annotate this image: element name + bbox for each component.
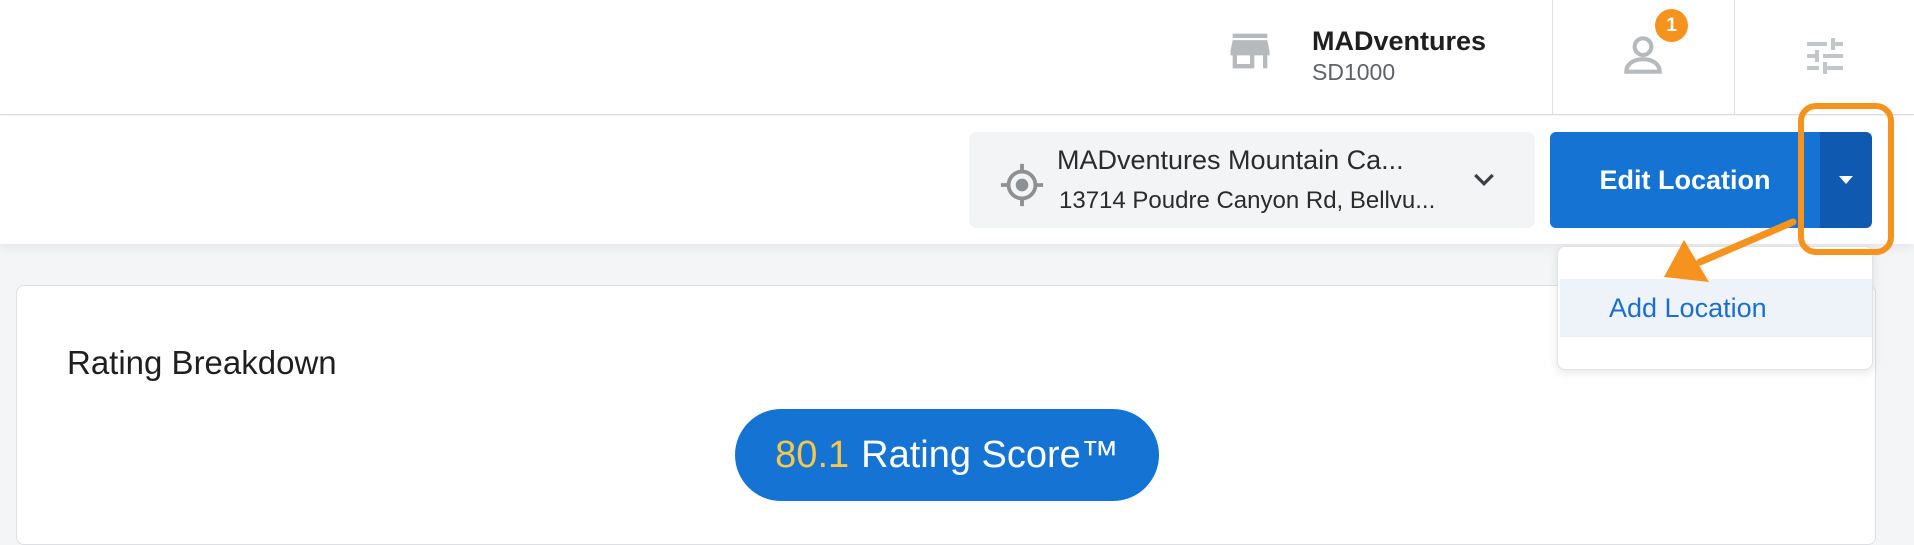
location-address: 13714 Poudre Canyon Rd, Bellvu... — [1059, 187, 1436, 214]
edit-location-button[interactable]: Edit Location — [1550, 132, 1820, 228]
notification-badge: 1 — [1655, 9, 1688, 42]
top-bar: MADventures SD1000 1 — [0, 0, 1914, 115]
add-location-menu-item[interactable]: Add Location — [1560, 279, 1872, 337]
target-icon — [1000, 163, 1044, 207]
divider — [1734, 0, 1735, 115]
chevron-down-icon — [1474, 173, 1494, 187]
location-actions-menu: Add Location — [1557, 246, 1873, 370]
rating-score-pill[interactable]: 80.1 Rating Score™ — [735, 409, 1159, 501]
account-id: SD1000 — [1312, 59, 1396, 85]
store-icon — [1230, 33, 1270, 69]
rating-score-label: Rating Score™ — [861, 433, 1119, 476]
account-name: MADventures — [1312, 26, 1487, 56]
location-name: MADventures Mountain Ca... — [1057, 145, 1404, 175]
location-selector[interactable]: MADventures Mountain Ca... 13714 Poudre … — [969, 132, 1535, 228]
account-switcher[interactable]: MADventures SD1000 — [1224, 25, 1486, 85]
location-toolbar: MADventures Mountain Ca... 13714 Poudre … — [0, 116, 1914, 244]
card-title: Rating Breakdown — [67, 344, 337, 381]
settings-sliders-icon[interactable] — [1800, 32, 1850, 80]
rating-score-value: 80.1 — [775, 433, 850, 476]
highlight-box — [1798, 103, 1894, 255]
divider — [1552, 0, 1553, 115]
